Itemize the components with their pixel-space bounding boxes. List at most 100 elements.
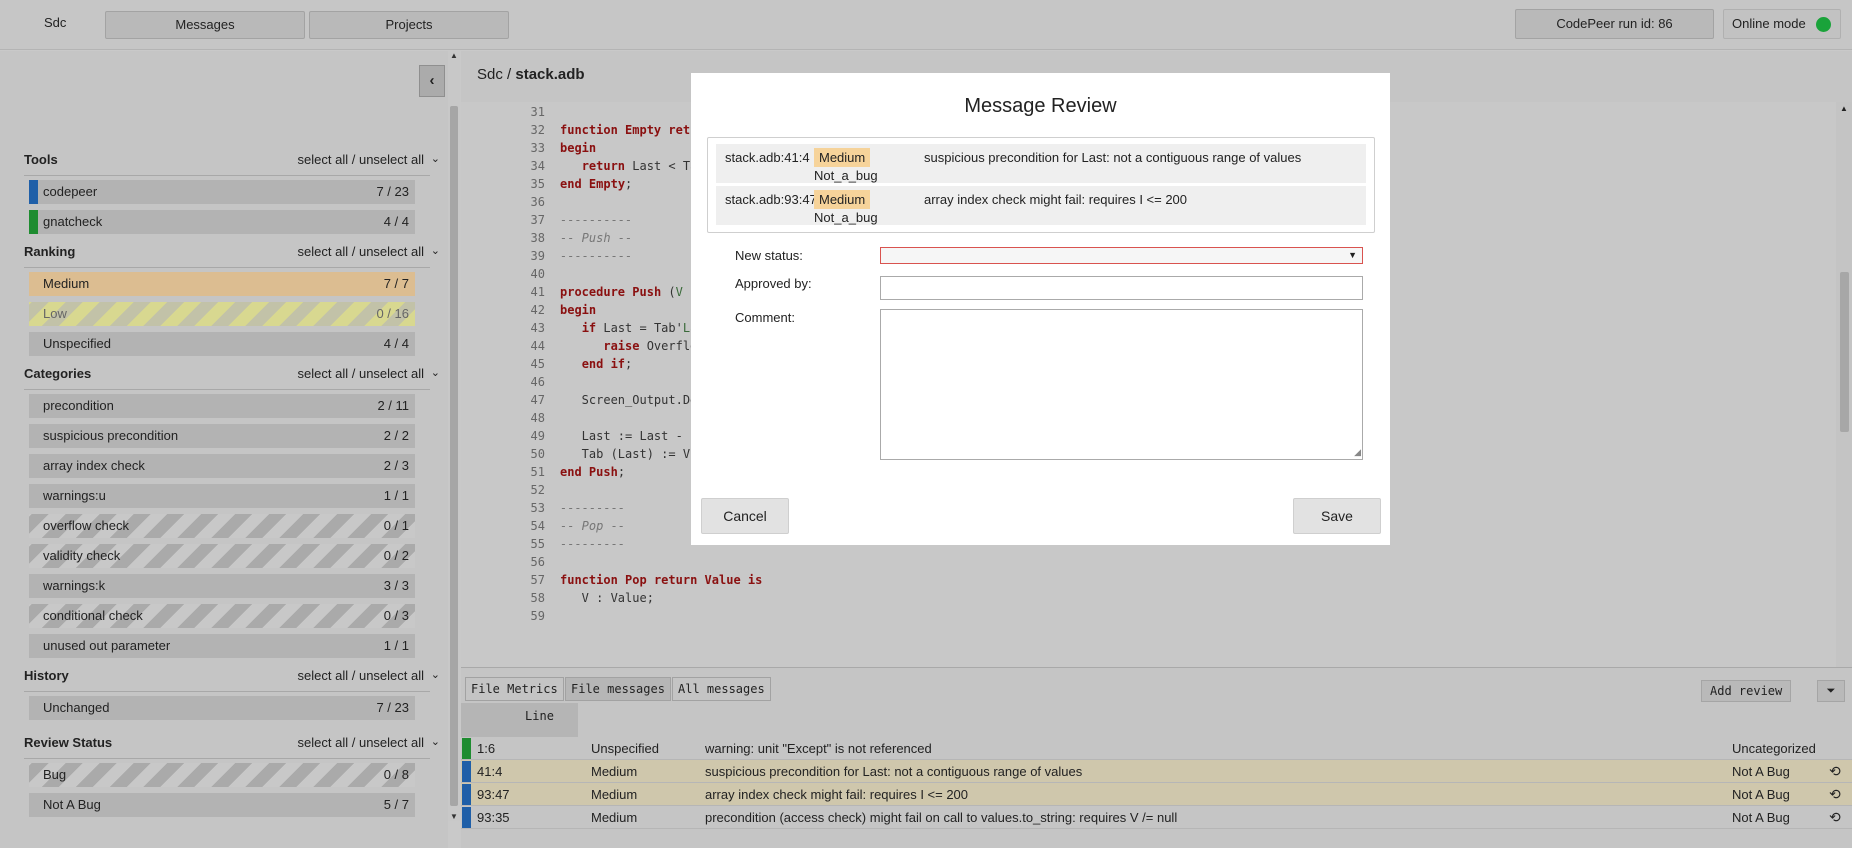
filter-item-conditional-check[interactable]: conditional check 0 / 3 bbox=[29, 604, 415, 628]
filter-label: gnatcheck bbox=[43, 214, 103, 229]
tool-color-bar bbox=[462, 761, 471, 782]
tab-file-metrics[interactable]: File Metrics bbox=[465, 677, 564, 701]
line-number: 51 bbox=[530, 465, 545, 479]
table-row[interactable]: 41:4 Medium suspicious precondition for … bbox=[461, 760, 1852, 783]
section-title: History bbox=[24, 668, 69, 683]
code-line: if Last = Tab'La bbox=[581, 321, 698, 335]
messages-nav-button[interactable]: Messages bbox=[105, 11, 305, 39]
filter-item-array-index-check[interactable]: array index check 2 / 3 bbox=[29, 454, 415, 478]
filter-count: 0 / 1 bbox=[383, 518, 409, 533]
approved-by-input[interactable] bbox=[880, 276, 1363, 300]
line-number: 45 bbox=[530, 357, 545, 371]
section-title: Ranking bbox=[24, 244, 76, 259]
new-status-select[interactable]: ▼ bbox=[880, 247, 1363, 264]
filter-item-warnings-u[interactable]: warnings:u 1 / 1 bbox=[29, 484, 415, 508]
review-message-list: stack.adb:41:4 Medium Not_a_bug suspicio… bbox=[707, 137, 1375, 233]
chevron-down-icon[interactable]: ⌄ bbox=[431, 668, 440, 681]
table-row[interactable]: 93:47 Medium array index check might fai… bbox=[461, 783, 1852, 806]
chevron-down-icon[interactable]: ⌄ bbox=[431, 244, 440, 257]
line-number: 39 bbox=[530, 249, 545, 263]
breadcrumb-project[interactable]: Sdc / bbox=[477, 66, 515, 83]
filter-item-codepeer[interactable]: codepeer 7 / 23 bbox=[29, 180, 415, 204]
line-number: 42 bbox=[530, 303, 545, 317]
collapse-panel-button[interactable]: ⏷ bbox=[1817, 680, 1845, 702]
list-item: stack.adb:41:4 Medium Not_a_bug suspicio… bbox=[716, 144, 1366, 183]
chevron-down-icon[interactable]: ⌄ bbox=[431, 366, 440, 379]
code-line: Screen_Output.De bbox=[560, 393, 698, 407]
select-all-link[interactable]: select all / unselect all bbox=[298, 244, 424, 259]
select-all-link[interactable]: select all / unselect all bbox=[298, 735, 424, 750]
tool-color-bar bbox=[462, 807, 471, 828]
code-scrollbar[interactable]: ▲ bbox=[1836, 102, 1852, 667]
filter-count: 4 / 4 bbox=[383, 214, 409, 229]
scroll-up-icon[interactable]: ▲ bbox=[450, 51, 458, 60]
sidebar-scrollbar[interactable]: ▲ ▼ bbox=[448, 51, 460, 821]
filter-item-overflow-check[interactable]: overflow check 0 / 1 bbox=[29, 514, 415, 538]
scrollbar-thumb[interactable] bbox=[1840, 272, 1849, 432]
code-line: end Empty; bbox=[560, 177, 633, 191]
filter-item-suspicious-precondition[interactable]: suspicious precondition 2 / 2 bbox=[29, 424, 415, 448]
select-all-link[interactable]: select all / unselect all bbox=[298, 152, 424, 167]
filter-item-bug[interactable]: Bug 0 / 8 bbox=[29, 763, 415, 787]
sidebar: ‹ Tools select all / unselect all ⌄ code… bbox=[0, 51, 448, 848]
tab-file-messages[interactable]: File messages bbox=[565, 677, 671, 701]
filter-label: validity check bbox=[43, 548, 121, 563]
code-line: raise Overflo bbox=[603, 339, 698, 353]
select-all-link[interactable]: select all / unselect all bbox=[298, 366, 424, 381]
resize-grip-icon[interactable]: ◢ bbox=[1354, 447, 1361, 458]
filter-item-warnings-k[interactable]: warnings:k 3 / 3 bbox=[29, 574, 415, 598]
history-icon[interactable]: ⟲ bbox=[1829, 760, 1841, 783]
history-icon[interactable]: ⟲ bbox=[1829, 783, 1841, 806]
comment-textarea[interactable]: ◢ bbox=[880, 309, 1363, 460]
chevron-left-icon: ‹ bbox=[429, 72, 435, 89]
line-number: 52 bbox=[530, 483, 545, 497]
cell-line: 93:47 bbox=[477, 787, 510, 802]
cell-message: suspicious precondition for Last: not a … bbox=[705, 764, 1083, 779]
scrollbar-thumb[interactable] bbox=[450, 106, 458, 806]
filter-count: 0 / 3 bbox=[383, 608, 409, 623]
table-row[interactable]: 1:6 Unspecified warning: unit "Except" i… bbox=[461, 737, 1852, 760]
section-review-status: Review Status select all / unselect all … bbox=[24, 729, 440, 759]
filter-item-unchanged[interactable]: Unchanged 7 / 23 bbox=[29, 696, 415, 720]
filter-item-unused-out-parameter[interactable]: unused out parameter 1 / 1 bbox=[29, 634, 415, 658]
add-review-button[interactable]: Add review bbox=[1701, 680, 1792, 702]
online-mode-toggle[interactable]: Online mode bbox=[1723, 9, 1841, 39]
code-line: begin bbox=[560, 141, 597, 155]
column-header-line[interactable]: Line bbox=[461, 703, 578, 737]
brand-label[interactable]: Sdc bbox=[44, 15, 66, 30]
history-icon[interactable]: ⟲ bbox=[1829, 806, 1841, 829]
collapse-sidebar-button[interactable]: ‹ bbox=[419, 65, 445, 97]
filter-label: suspicious precondition bbox=[43, 428, 179, 443]
filter-count: 0 / 16 bbox=[376, 306, 409, 321]
filter-label: Unchanged bbox=[43, 700, 110, 715]
projects-nav-button[interactable]: Projects bbox=[309, 11, 509, 39]
filter-item-low[interactable]: Low 0 / 16 bbox=[29, 302, 415, 326]
filter-item-unspecified[interactable]: Unspecified 4 / 4 bbox=[29, 332, 415, 356]
filter-item-validity-check[interactable]: validity check 0 / 2 bbox=[29, 544, 415, 568]
cell-message: warning: unit "Except" is not referenced bbox=[705, 741, 932, 756]
table-row[interactable]: 93:35 Medium precondition (access check)… bbox=[461, 806, 1852, 829]
tab-all-messages[interactable]: All messages bbox=[672, 677, 771, 701]
line-number: 36 bbox=[530, 195, 545, 209]
code-line: procedure Push (V bbox=[560, 285, 683, 299]
scroll-up-icon[interactable]: ▲ bbox=[1840, 104, 1848, 113]
cancel-button[interactable]: Cancel bbox=[701, 498, 789, 534]
line-number: 49 bbox=[530, 429, 545, 443]
approved-by-label: Approved by: bbox=[735, 276, 812, 291]
run-id-button[interactable]: CodePeer run id: 86 bbox=[1515, 9, 1714, 39]
filter-count: 3 / 3 bbox=[383, 578, 409, 593]
filter-item-gnatcheck[interactable]: gnatcheck 4 / 4 bbox=[29, 210, 415, 234]
chevron-down-icon[interactable]: ⌄ bbox=[431, 735, 440, 748]
select-all-link[interactable]: select all / unselect all bbox=[298, 668, 424, 683]
online-mode-label: Online mode bbox=[1732, 16, 1806, 31]
filter-label: precondition bbox=[43, 398, 114, 413]
chevron-down-icon[interactable]: ⌄ bbox=[431, 152, 440, 165]
scroll-down-icon[interactable]: ▼ bbox=[450, 812, 458, 821]
filter-item-not-a-bug[interactable]: Not A Bug 5 / 7 bbox=[29, 793, 415, 817]
save-button[interactable]: Save bbox=[1293, 498, 1381, 534]
filter-item-medium[interactable]: Medium 7 / 7 bbox=[29, 272, 415, 296]
cell-message: array index check might fail: requires I… bbox=[705, 787, 969, 802]
filter-item-precondition[interactable]: precondition 2 / 11 bbox=[29, 394, 415, 418]
code-line: end if; bbox=[581, 357, 633, 371]
filter-label: Not A Bug bbox=[43, 797, 101, 812]
